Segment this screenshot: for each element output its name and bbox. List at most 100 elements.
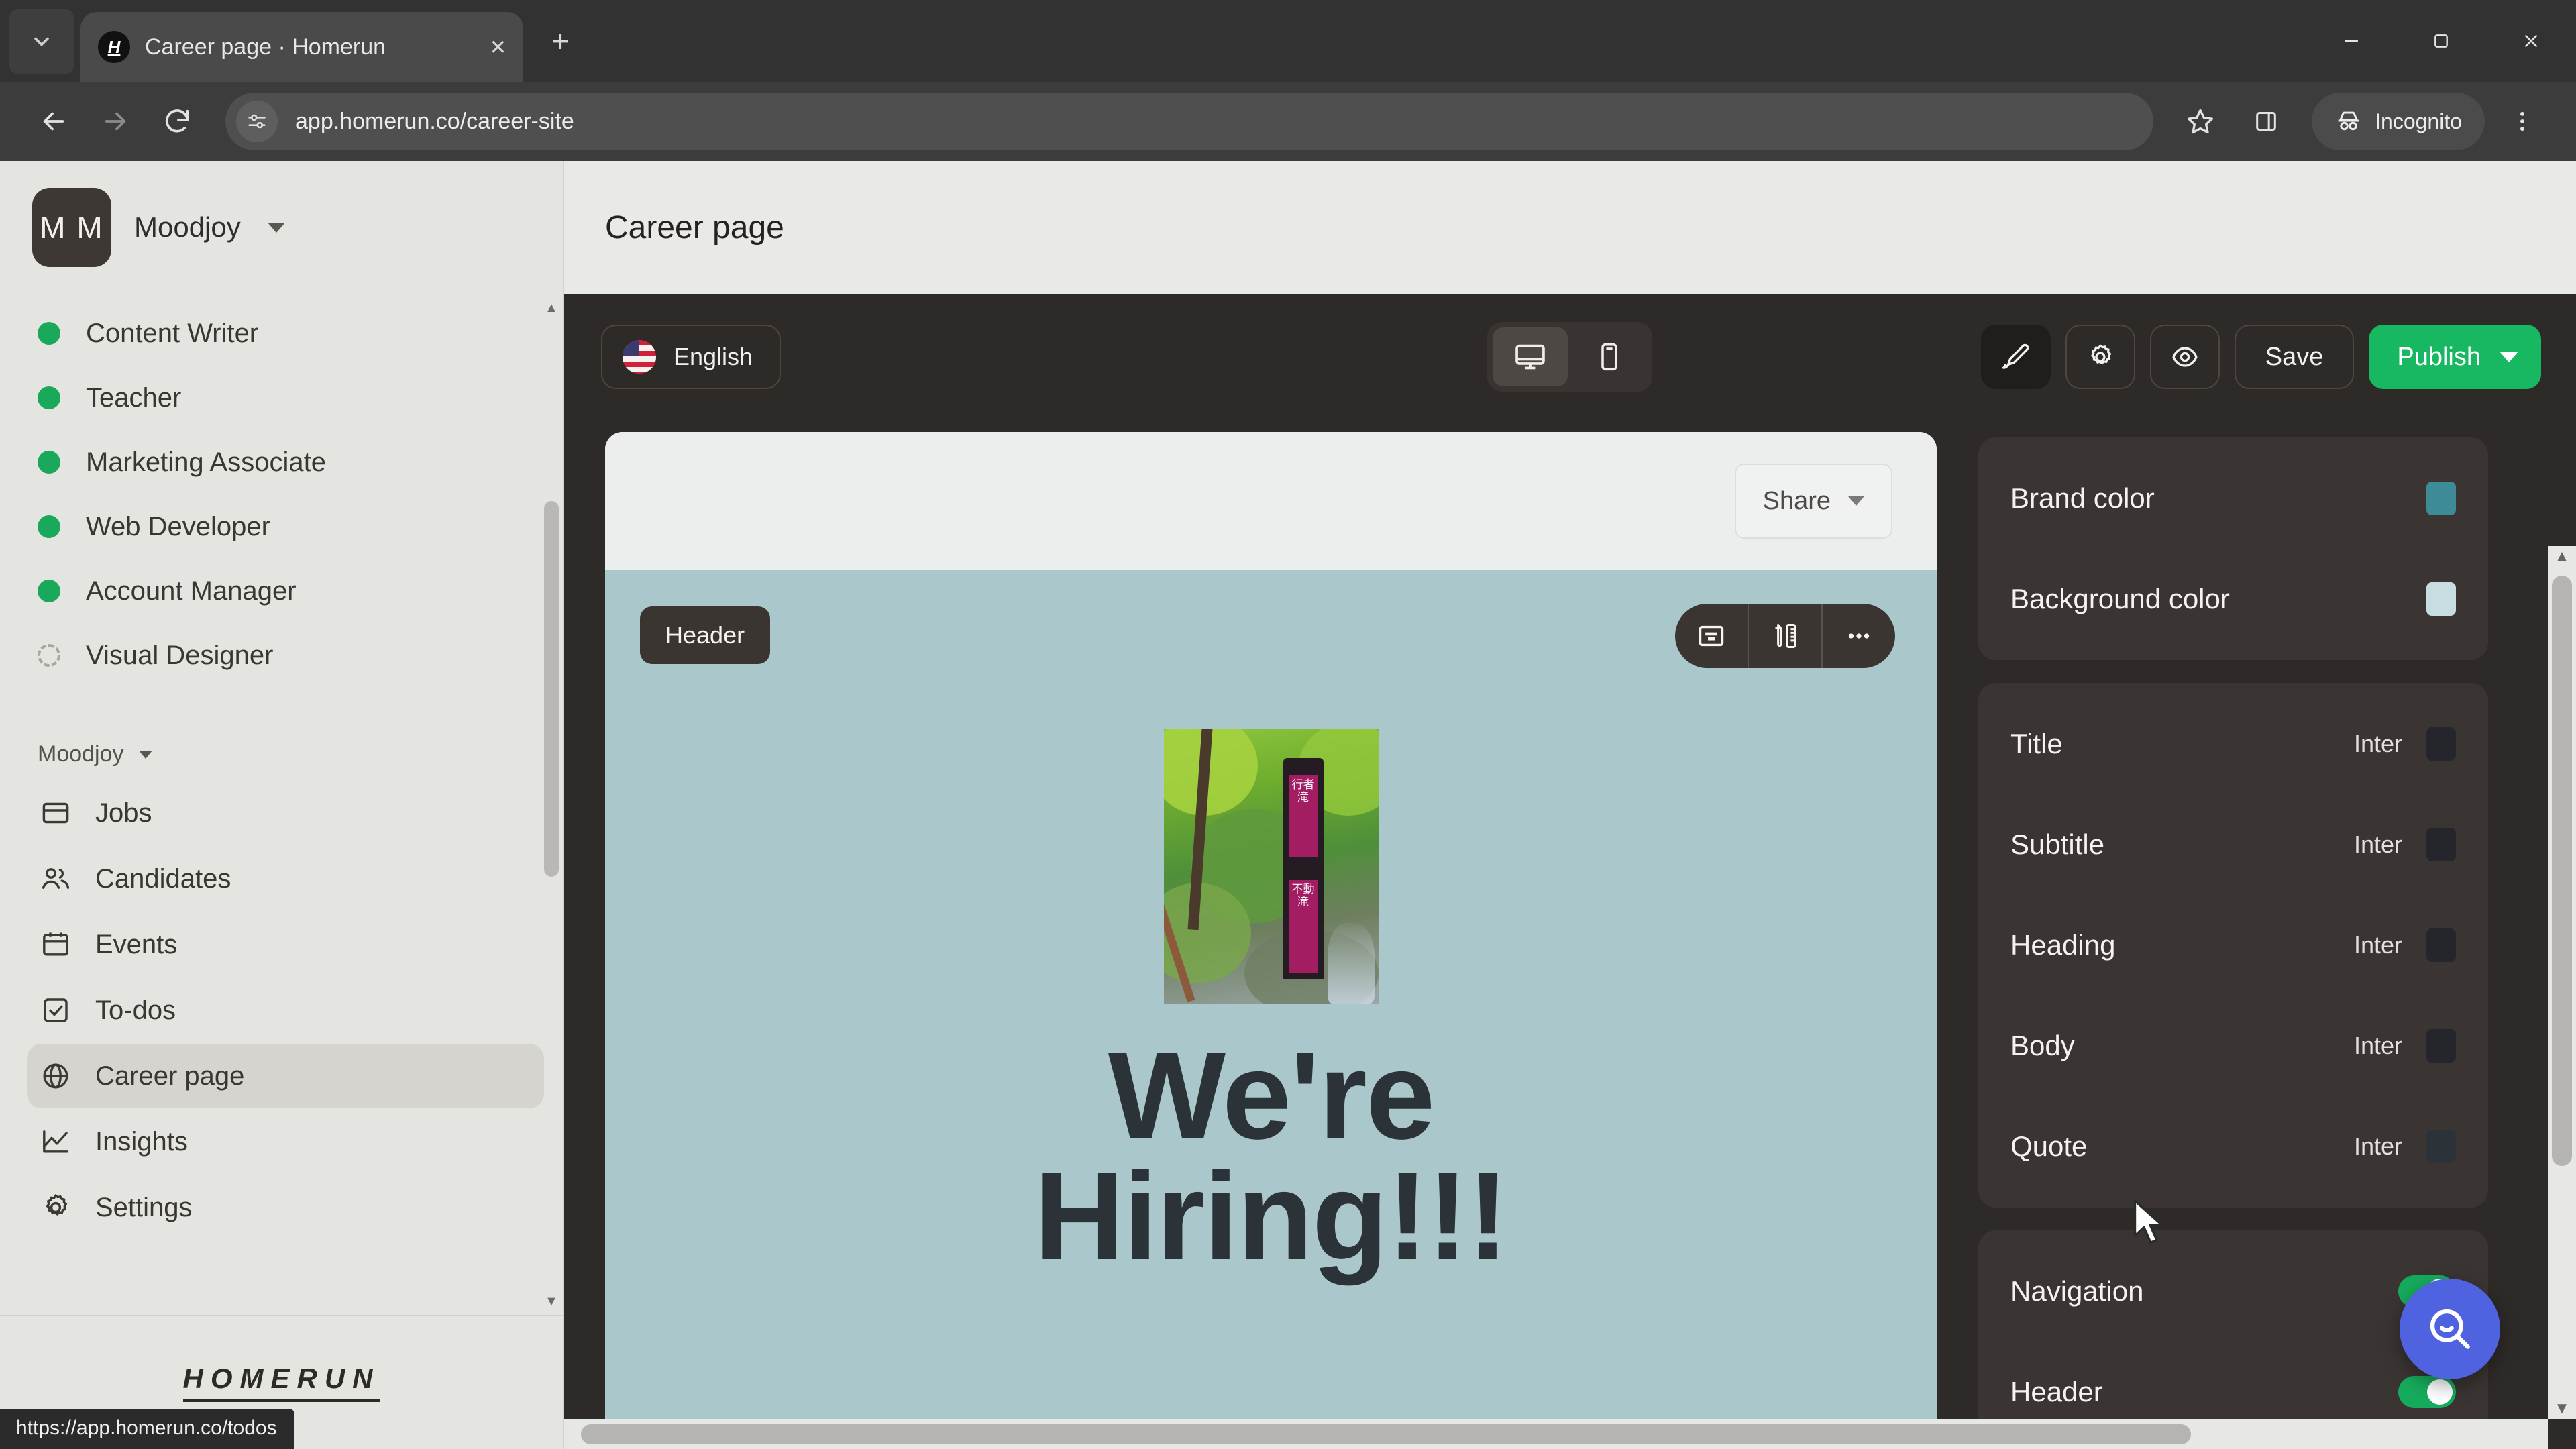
scroll-up-icon[interactable]: ▲: [544, 300, 559, 316]
chevron-down-icon[interactable]: [2500, 352, 2518, 362]
colors-card: Brand color Background color: [1978, 437, 2488, 660]
new-tab-icon[interactable]: +: [551, 23, 570, 59]
share-button[interactable]: Share: [1734, 464, 1892, 539]
brand-color-label: Brand color: [2010, 482, 2155, 514]
org-switcher[interactable]: M M Moodjoy: [0, 161, 563, 294]
sidebar-job-visual-designer[interactable]: Visual Designer: [0, 623, 563, 688]
text-color-swatch[interactable]: [2426, 1130, 2456, 1163]
brand-color-swatch[interactable]: [2426, 482, 2456, 515]
header-section[interactable]: Header 行者滝 不動滝 We're Hiring!!!: [605, 570, 1937, 1449]
chevron-down-icon[interactable]: [138, 750, 152, 759]
editor-vertical-scrollbar[interactable]: ▲ ▼: [2548, 546, 2576, 1419]
insights-icon: [39, 1125, 72, 1159]
text-color-swatch[interactable]: [2426, 1029, 2456, 1063]
layout-icon[interactable]: [1675, 604, 1748, 668]
sidebar-job-account-manager[interactable]: Account Manager: [0, 559, 563, 623]
sidebar-item-settings[interactable]: Settings: [27, 1175, 544, 1240]
tab-search-button[interactable]: [9, 9, 74, 74]
close-tab-icon[interactable]: ×: [490, 34, 506, 60]
sidebar-scrollbar-thumb[interactable]: [544, 501, 559, 877]
sidebar-job-teacher[interactable]: Teacher: [0, 366, 563, 430]
sidebar-job-marketing-associate[interactable]: Marketing Associate: [0, 430, 563, 494]
workspace-switcher[interactable]: Moodjoy: [0, 708, 563, 780]
scroll-up-icon[interactable]: ▲: [2553, 547, 2571, 566]
typography-label: Heading: [2010, 929, 2116, 961]
close-window-icon[interactable]: [2486, 0, 2576, 82]
maximize-icon[interactable]: [2396, 0, 2486, 82]
job-label: Web Developer: [86, 511, 270, 541]
side-panel-icon[interactable]: [2235, 91, 2297, 152]
style-settings-panel: Brand color Background color Title Inter…: [1978, 420, 2500, 1449]
text-color-swatch[interactable]: [2426, 727, 2456, 761]
hero-title-line-1: We're: [1108, 1026, 1436, 1165]
site-settings-icon[interactable]: [236, 101, 278, 142]
device-toggle-group: [1487, 322, 1652, 392]
window-controls: [2306, 0, 2576, 82]
language-selector[interactable]: English: [601, 325, 782, 389]
app-body: M M Moodjoy Content Writer Teacher Marke…: [0, 161, 2576, 1449]
background-color-row[interactable]: Background color: [1978, 549, 2488, 649]
background-color-swatch[interactable]: [2426, 582, 2456, 616]
typography-row-body[interactable]: Body Inter: [1978, 996, 2488, 1096]
search-fab-icon[interactable]: [2400, 1279, 2500, 1379]
job-label: Teacher: [86, 382, 182, 413]
section-tag: Header: [640, 606, 771, 664]
minimize-icon[interactable]: [2306, 0, 2396, 82]
preview-button[interactable]: [2149, 325, 2220, 389]
settings-button[interactable]: [2065, 325, 2135, 389]
publish-button[interactable]: Publish: [2369, 325, 2541, 389]
status-dot-draft-icon: [38, 644, 60, 667]
sign-post: 行者滝 不動滝: [1283, 758, 1324, 979]
sidebar-scroll-area: Content Writer Teacher Marketing Associa…: [0, 294, 563, 1315]
editor-toolbar: English Save Publish: [564, 294, 2576, 420]
sidebar-item-events[interactable]: Events: [27, 912, 544, 977]
sidebar-item-candidates[interactable]: Candidates: [27, 847, 544, 911]
typography-row-subtitle[interactable]: Subtitle Inter: [1978, 794, 2488, 895]
typography-row-heading[interactable]: Heading Inter: [1978, 895, 2488, 996]
header-toggle[interactable]: [2398, 1376, 2456, 1408]
sidebar-job-content-writer[interactable]: Content Writer: [0, 301, 563, 366]
design-icon[interactable]: [1749, 604, 1821, 668]
editor-hscrollbar-thumb[interactable]: [581, 1424, 2191, 1444]
typography-row-quote[interactable]: Quote Inter: [1978, 1096, 2488, 1197]
editor-scrollbar-thumb[interactable]: [2552, 576, 2572, 1166]
chevron-down-icon[interactable]: [1848, 496, 1864, 506]
chrome-menu-icon[interactable]: [2491, 91, 2553, 152]
design-button[interactable]: [1980, 325, 2051, 389]
bookmark-star-icon[interactable]: [2169, 91, 2231, 152]
sidebar-item-career-page[interactable]: Career page: [27, 1044, 544, 1108]
incognito-indicator[interactable]: Incognito: [2312, 93, 2485, 150]
workspace-name: Moodjoy: [38, 741, 124, 767]
hero-title[interactable]: We're Hiring!!!: [605, 1026, 1937, 1279]
sidebar-item-insights[interactable]: Insights: [27, 1110, 544, 1174]
hero-image[interactable]: 行者滝 不動滝: [1163, 729, 1379, 1004]
font-name: Inter: [2353, 1132, 2402, 1160]
desktop-view-button[interactable]: [1493, 327, 1568, 386]
save-button[interactable]: Save: [2234, 325, 2355, 389]
tab-title: Career page · Homerun: [145, 34, 386, 60]
scroll-down-icon[interactable]: ▼: [2553, 1399, 2571, 1418]
brand-color-row[interactable]: Brand color: [1978, 448, 2488, 549]
browser-tab[interactable]: H Career page · Homerun ×: [80, 12, 523, 82]
forward-icon[interactable]: [85, 91, 146, 152]
sidebar-item-todos[interactable]: To-dos: [27, 978, 544, 1042]
address-bar[interactable]: app.homerun.co/career-site: [225, 93, 2154, 150]
sidebar-scrollbar[interactable]: ▲ ▼: [544, 300, 559, 1309]
text-color-swatch[interactable]: [2426, 928, 2456, 962]
back-icon[interactable]: [23, 91, 85, 152]
editor-canvas: Share Header 行者滝 不動滝 We're Hiring!!! Bra…: [564, 420, 2576, 1449]
text-color-swatch[interactable]: [2426, 828, 2456, 861]
mouse-cursor: [2133, 1199, 2163, 1244]
chevron-down-icon[interactable]: [267, 222, 285, 233]
editor-horizontal-scrollbar[interactable]: [564, 1419, 2548, 1449]
scroll-down-icon[interactable]: ▼: [544, 1293, 559, 1309]
status-dot-icon: [38, 515, 60, 538]
sidebar-item-jobs[interactable]: Jobs: [27, 781, 544, 845]
reload-icon[interactable]: [146, 91, 208, 152]
typography-row-title[interactable]: Title Inter: [1978, 694, 2488, 794]
more-icon[interactable]: [1823, 604, 1895, 668]
sidebar-job-web-developer[interactable]: Web Developer: [0, 494, 563, 559]
todos-icon: [39, 994, 72, 1027]
sidebar: M M Moodjoy Content Writer Teacher Marke…: [0, 161, 564, 1449]
mobile-view-button[interactable]: [1572, 327, 1647, 386]
